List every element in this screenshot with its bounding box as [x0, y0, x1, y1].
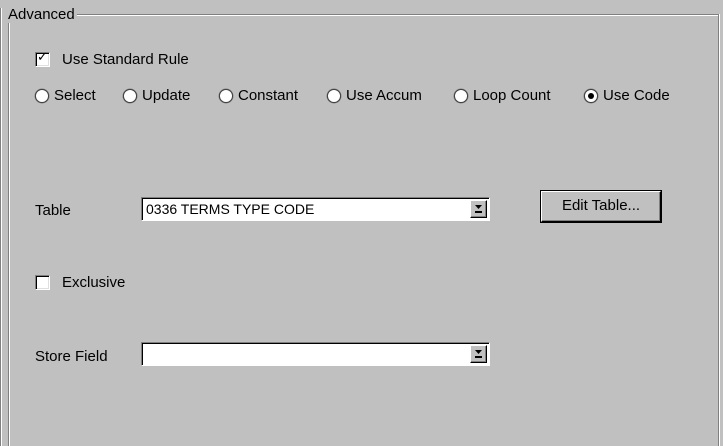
frame-divider-highlight	[1, 8, 2, 446]
store-field-dropdown-button[interactable]	[470, 345, 487, 363]
dropdown-arrow-icon	[475, 205, 482, 213]
dropdown-arrow-icon	[475, 350, 482, 358]
radio-constant-label[interactable]: Constant	[238, 87, 298, 104]
advanced-groupbox	[8, 14, 719, 446]
radio-use-code-label[interactable]: Use Code	[603, 87, 670, 104]
advanced-group-title: Advanced	[6, 6, 77, 23]
store-field-label: Store Field	[35, 348, 108, 365]
radio-select[interactable]	[35, 89, 49, 103]
store-field-combobox[interactable]	[141, 342, 490, 366]
radio-use-code[interactable]	[584, 89, 598, 103]
exclusive-label[interactable]: Exclusive	[62, 274, 125, 291]
radio-loop-count[interactable]	[454, 89, 468, 103]
table-combobox[interactable]: 0336 TERMS TYPE CODE	[141, 197, 490, 221]
radio-select-label[interactable]: Select	[54, 87, 96, 104]
table-dropdown-button[interactable]	[470, 200, 487, 218]
edit-table-button[interactable]: Edit Table...	[541, 191, 661, 222]
checkmark-icon: ✓	[37, 50, 48, 65]
exclusive-checkbox[interactable]	[35, 275, 50, 290]
radio-constant[interactable]	[219, 89, 233, 103]
radio-update[interactable]	[123, 89, 137, 103]
use-standard-rule-label[interactable]: Use Standard Rule	[62, 51, 189, 68]
table-label: Table	[35, 202, 71, 219]
advanced-panel: Advanced ✓ Use Standard Rule Select Upda…	[0, 0, 723, 446]
radio-update-label[interactable]: Update	[142, 87, 190, 104]
radio-loop-count-label[interactable]: Loop Count	[473, 87, 551, 104]
radio-use-accum-label[interactable]: Use Accum	[346, 87, 422, 104]
table-combobox-value: 0336 TERMS TYPE CODE	[146, 201, 315, 217]
radio-selected-dot-icon	[588, 93, 594, 99]
use-standard-rule-checkbox[interactable]: ✓	[35, 50, 50, 67]
radio-use-accum[interactable]	[327, 89, 341, 103]
